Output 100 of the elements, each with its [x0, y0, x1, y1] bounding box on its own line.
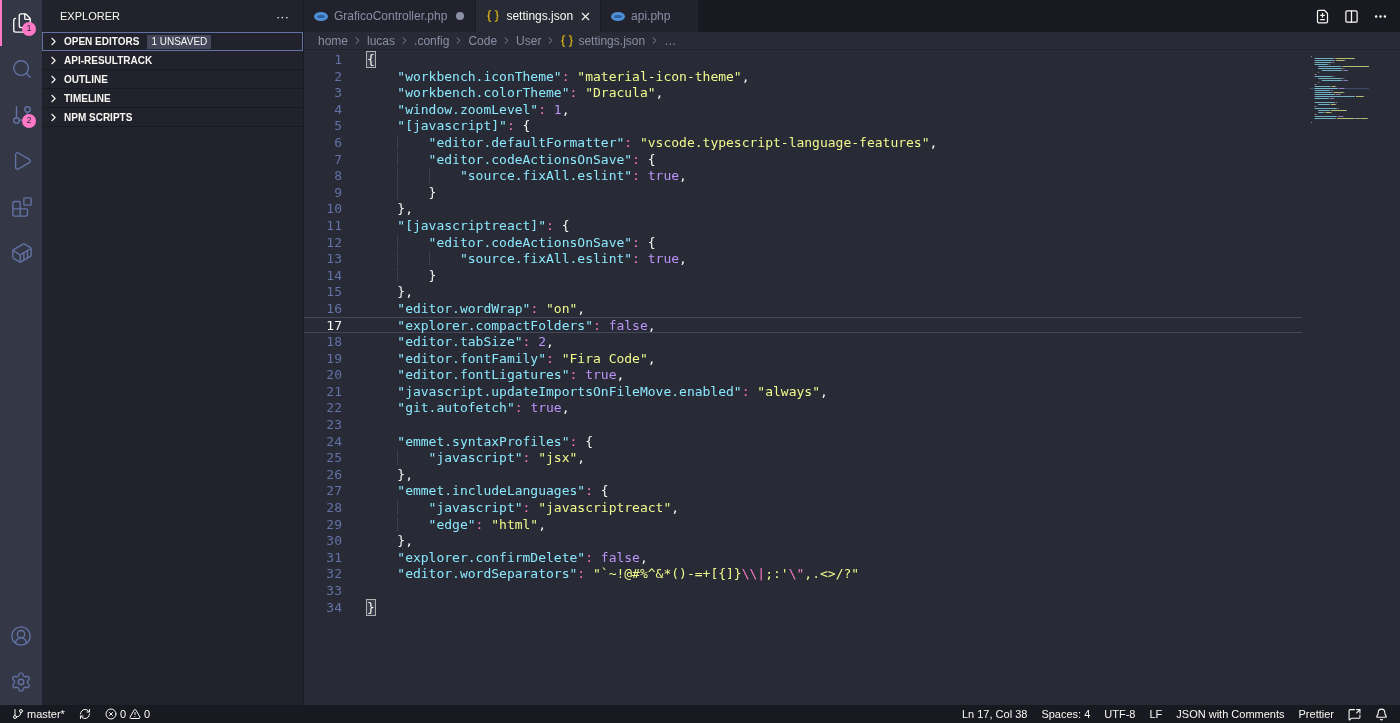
- code-line: "editor.fontFamily": "Fira Code",: [396, 350, 656, 366]
- count-badge: 1: [22, 22, 36, 36]
- code-line: "explorer.compactFolders": false,: [396, 317, 656, 333]
- feedback-icon[interactable]: [1348, 707, 1361, 721]
- code-line: "source.fixAll.eslint": true,: [458, 251, 687, 267]
- code-line: },: [396, 284, 413, 300]
- status-item[interactable]: Prettier: [1298, 705, 1334, 723]
- status-item[interactable]: Spaces: 4: [1041, 705, 1091, 723]
- breadcrumb[interactable]: lucas: [367, 31, 396, 50]
- line-number: 31: [325, 549, 342, 565]
- breadcrumb[interactable]: Code: [468, 31, 498, 50]
- tab-label: api.php: [631, 8, 671, 25]
- section-header[interactable]: OUTLINE: [42, 70, 303, 89]
- line-number: 33: [325, 583, 342, 598]
- line-number: 3: [333, 85, 342, 100]
- code-line: "editor.tabSize": 2,: [396, 334, 554, 350]
- status-item[interactable]: Ln 17, Col 38: [961, 705, 1028, 723]
- code-line: "[javascriptreact]": {: [396, 217, 570, 233]
- line-number: 27: [325, 483, 342, 499]
- line-number: 22: [325, 400, 342, 416]
- unsaved-badge: 1 UNSAVED: [147, 34, 212, 49]
- warning-count[interactable]: 0: [144, 705, 151, 723]
- code-line: "editor.wordSeparators": "`~!@#%^&*()-=+[{]}\\|;:'\",.<>/?": [396, 566, 860, 582]
- code-line: "editor.wordWrap": "on",: [396, 300, 586, 316]
- line-number: 34: [325, 599, 342, 615]
- status-item[interactable]: LF: [1149, 705, 1163, 723]
- line-number: 15: [325, 284, 342, 299]
- tab-label: GraficoController.php: [334, 8, 448, 25]
- line-number: 19: [325, 350, 342, 366]
- section-title: OPEN EDITORS: [64, 35, 140, 49]
- line-number: 12: [325, 234, 342, 250]
- braces-icon: [560, 33, 575, 48]
- code-line: },: [396, 201, 413, 217]
- settings-icon: [10, 671, 32, 693]
- code-line: }: [427, 267, 437, 283]
- editor-tab[interactable]: GraficoController.php: [304, 0, 477, 32]
- code-line: "emmet.syntaxProfiles": {: [396, 433, 593, 449]
- section-title: TIMELINE: [64, 92, 111, 106]
- code-line: "explorer.confirmDelete": false,: [396, 549, 648, 565]
- code-line: "javascript.updateImportsOnFileMove.enabled": "always",: [396, 383, 828, 399]
- line-number: 18: [325, 334, 342, 349]
- line-number: 32: [325, 566, 342, 581]
- line-number: 29: [325, 516, 342, 532]
- warning-icon: [129, 708, 142, 720]
- branch-name: master*: [27, 706, 65, 722]
- sync-icon[interactable]: [78, 708, 91, 720]
- breadcrumb[interactable]: home: [318, 31, 349, 50]
- line-number: 28: [325, 500, 342, 515]
- error-icon: [104, 708, 117, 720]
- code-line: "edge": "html",: [427, 516, 547, 532]
- branch-indicator[interactable]: master*: [12, 705, 65, 723]
- code-line: "javascript": "jsx",: [427, 450, 586, 466]
- container-icon: [11, 242, 33, 264]
- php-icon: [314, 11, 328, 21]
- files-icon: [11, 12, 33, 34]
- section-title: OUTLINE: [64, 73, 108, 87]
- line-number: 6: [333, 134, 342, 150]
- branch-icon: [12, 708, 24, 720]
- code-line: "workbench.iconTheme": "material-icon-theme",: [396, 68, 750, 84]
- status-item[interactable]: UTF-8: [1104, 705, 1136, 723]
- editor-tab[interactable]: settings.json: [476, 0, 602, 32]
- section-header[interactable]: TIMELINE: [42, 89, 303, 108]
- code-line: },: [396, 533, 413, 549]
- bell-icon[interactable]: [1375, 707, 1388, 721]
- section-header[interactable]: API-RESULTRACK: [42, 51, 303, 70]
- code-line: }: [427, 184, 437, 200]
- breadcrumb[interactable]: settings.json: [578, 31, 646, 50]
- search-icon: [11, 58, 33, 80]
- line-number: 4: [333, 101, 342, 117]
- line-number: 26: [325, 466, 342, 482]
- section-header[interactable]: NPM SCRIPTS: [42, 108, 303, 127]
- line-number: 8: [333, 168, 342, 183]
- section-title: NPM SCRIPTS: [64, 111, 133, 125]
- open-changes-icon[interactable]: [1315, 8, 1330, 24]
- line-number: 10: [325, 201, 342, 216]
- line-number: 14: [325, 267, 342, 283]
- branch-button[interactable]: 2: [0, 92, 42, 138]
- error-count[interactable]: 0: [119, 705, 127, 723]
- breadcrumb[interactable]: …: [664, 31, 677, 50]
- code-line: "workbench.colorTheme": "Dracula",: [396, 85, 664, 101]
- breadcrumb[interactable]: .config: [414, 31, 450, 50]
- code-line: "editor.defaultFormatter": "vscode.typescript-language-features",: [427, 134, 938, 150]
- account-icon: [10, 625, 32, 647]
- line-number: 11: [325, 217, 342, 233]
- code-line: "window.zoomLevel": 1,: [396, 101, 570, 117]
- code-line: "editor.codeActionsOnSave": {: [427, 151, 656, 167]
- count-badge: 2: [22, 114, 36, 128]
- line-number: 1: [333, 52, 342, 67]
- split-editor-icon[interactable]: [1344, 8, 1359, 24]
- breadcrumb[interactable]: User: [516, 31, 542, 50]
- code-line: "javascript": "javascriptreact",: [427, 500, 680, 516]
- section-title: API-RESULTRACK: [64, 54, 153, 68]
- line-number: 13: [325, 251, 342, 266]
- more-button[interactable]: ···: [276, 9, 289, 23]
- braces-icon: [486, 9, 501, 23]
- section-header[interactable]: OPEN EDITORS 1 UNSAVED: [42, 32, 303, 51]
- line-number: 25: [325, 450, 342, 465]
- editor-tab[interactable]: api.php: [601, 0, 700, 32]
- status-item[interactable]: JSON with Comments: [1176, 705, 1285, 723]
- line-number: 5: [333, 118, 342, 133]
